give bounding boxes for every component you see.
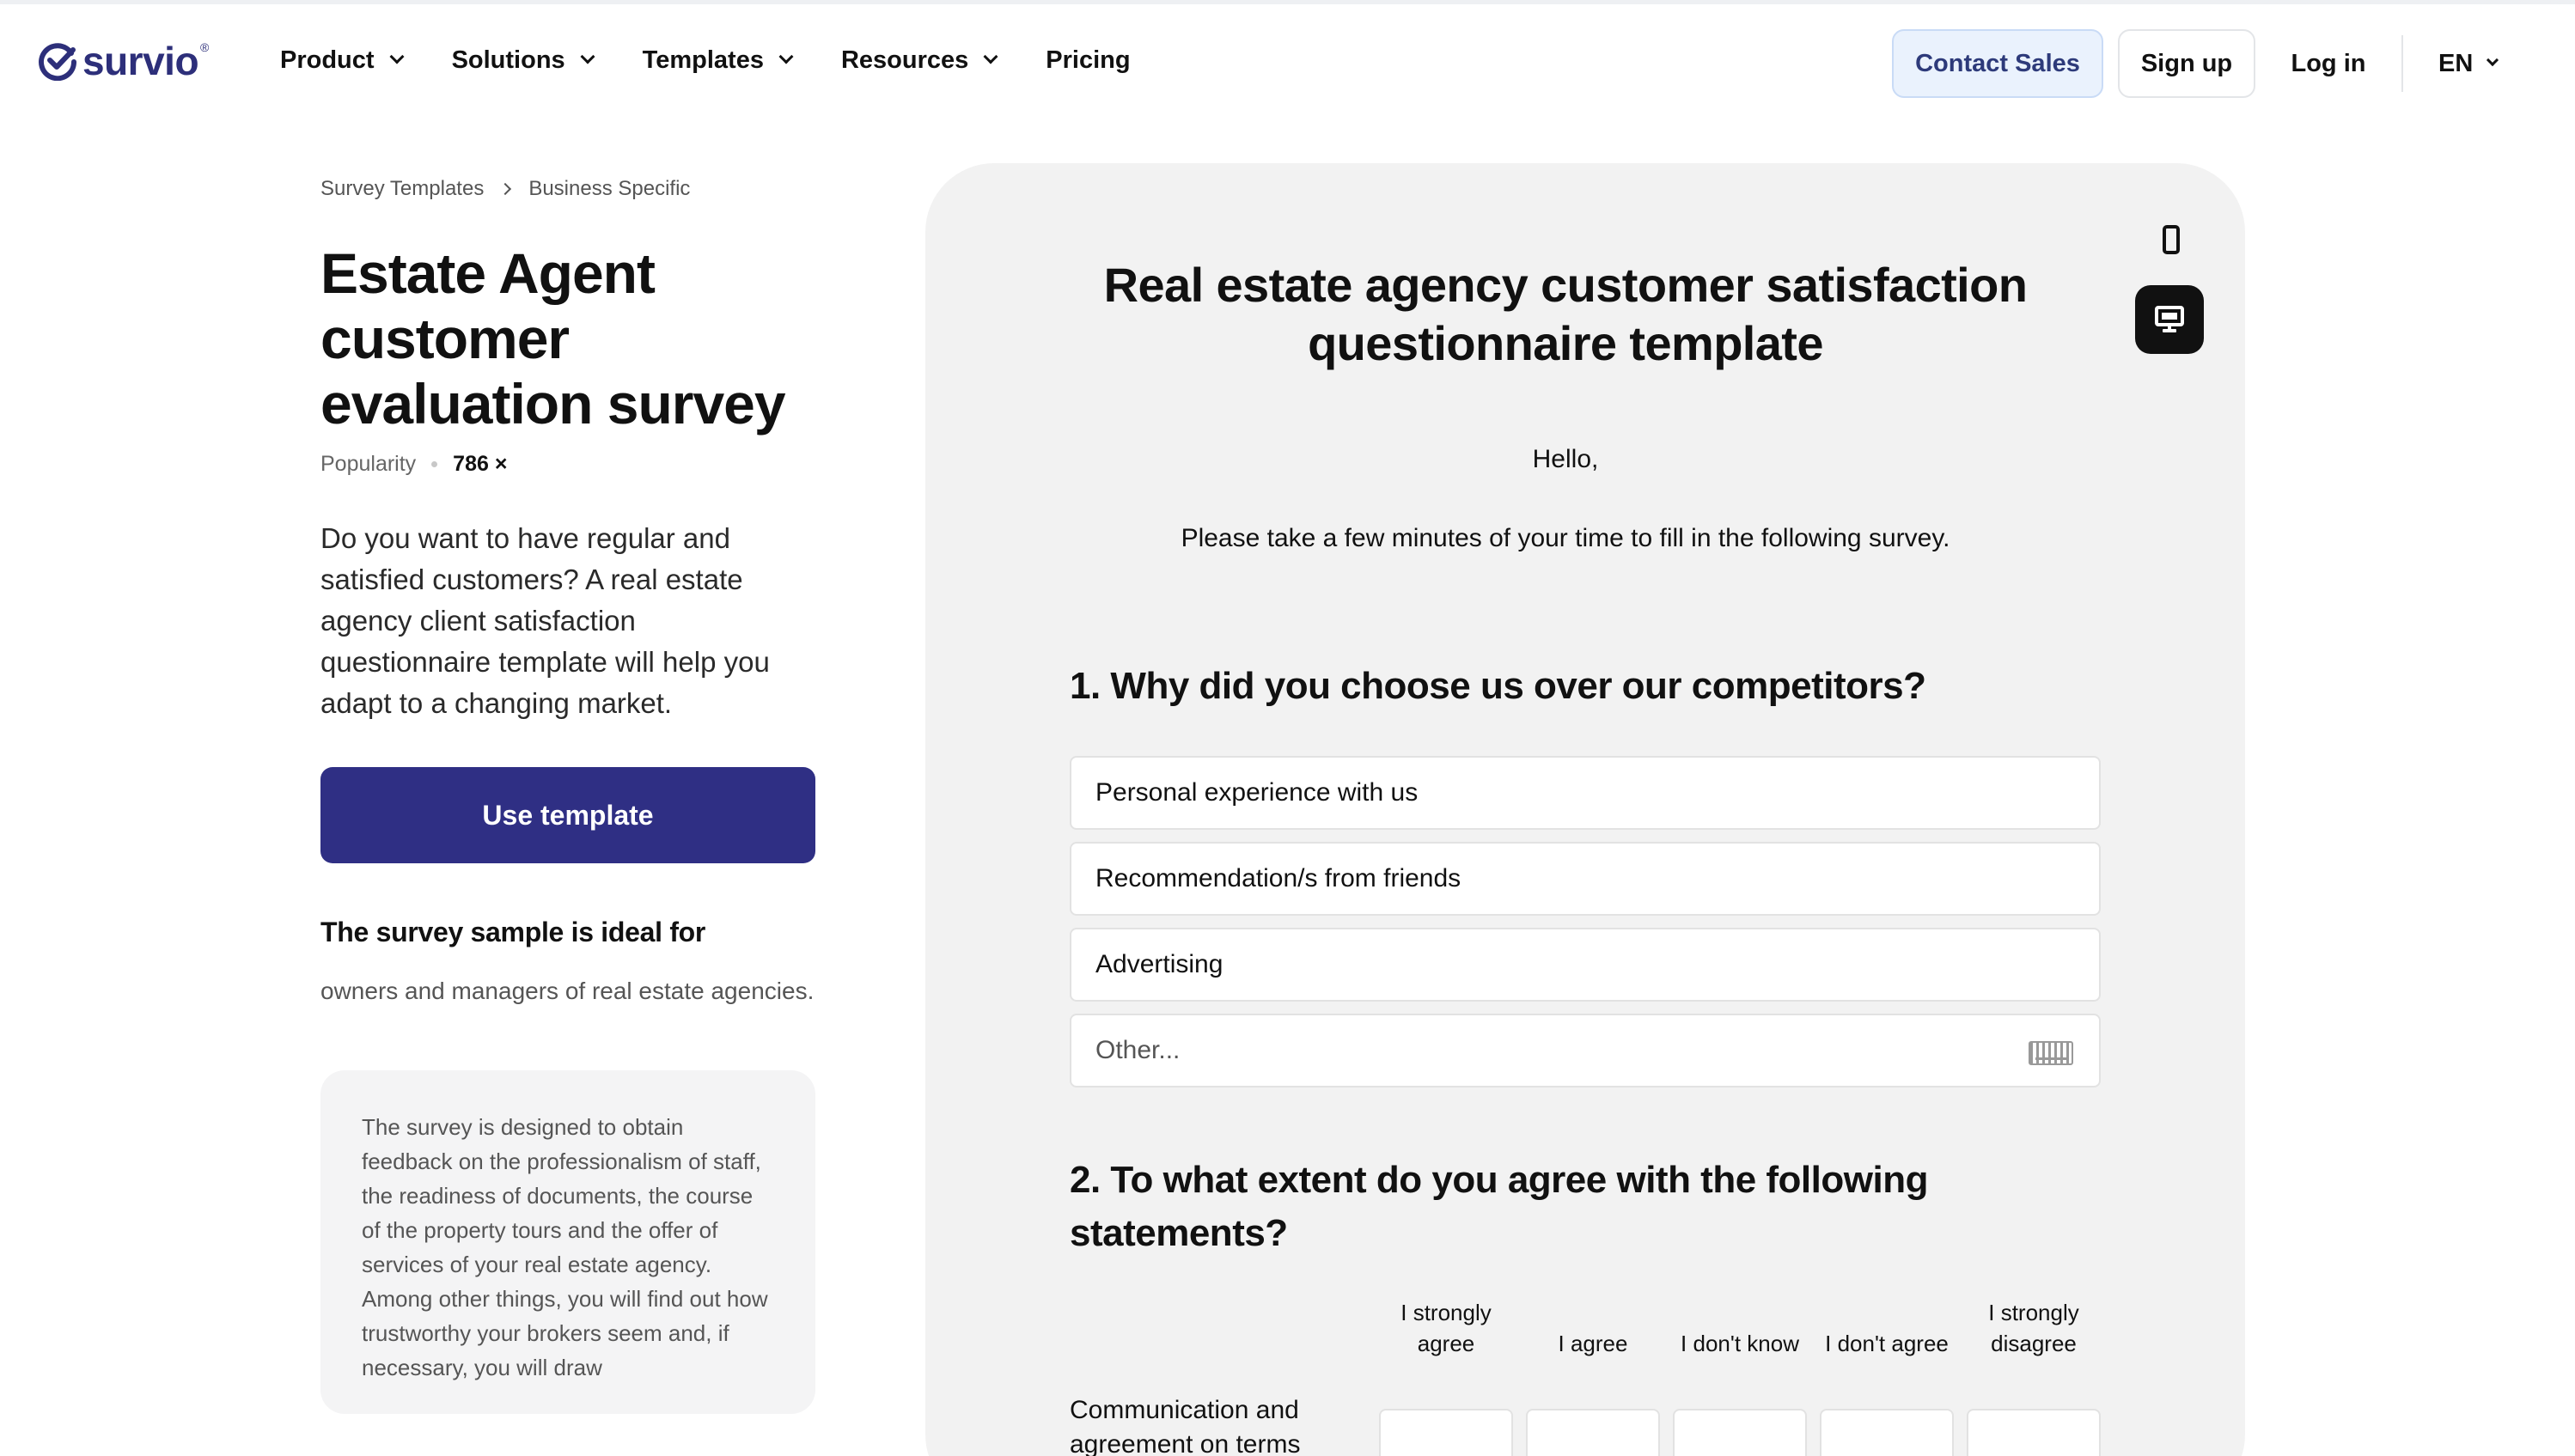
q2-column-strongly-disagree: I strongly disagree xyxy=(1988,1300,2079,1356)
desktop-icon xyxy=(2155,306,2184,332)
header-divider xyxy=(2401,35,2403,92)
logo-registered-mark: ® xyxy=(200,40,210,54)
survey-greeting: Hello, xyxy=(1532,445,1599,473)
q2-cell-dont-agree[interactable] xyxy=(1820,1409,1954,1456)
mobile-view-button[interactable] xyxy=(2156,220,2187,259)
nav-product[interactable]: Product xyxy=(280,46,405,75)
page-title: Estate Agent customer evaluation survey xyxy=(320,241,786,436)
popularity: Popularity 786 × xyxy=(320,448,819,479)
language-selector[interactable]: EN xyxy=(2438,42,2499,85)
q2-column-dont-agree: I don't agree xyxy=(1825,1331,1949,1356)
nav-templates-label: Templates xyxy=(642,46,764,74)
language-label: EN xyxy=(2438,49,2474,77)
contact-sales-button[interactable]: Contact Sales xyxy=(1892,29,2103,98)
nav-pricing[interactable]: Pricing xyxy=(1046,46,1130,75)
description-box: The survey is designed to obtain feedbac… xyxy=(320,1070,815,1414)
separator-dot xyxy=(431,460,438,467)
chevron-down-icon xyxy=(983,49,998,64)
q1-other-input[interactable]: Other... xyxy=(1070,1014,2101,1087)
keyboard-icon xyxy=(2029,1041,2073,1065)
breadcrumb-survey-templates[interactable]: Survey Templates xyxy=(320,177,484,201)
nav-pricing-label: Pricing xyxy=(1046,46,1131,74)
sign-up-button[interactable]: Sign up xyxy=(2118,29,2255,98)
survey-preview: Real estate agency customer satisfaction… xyxy=(925,163,2245,1456)
q2-column-strongly-agree: I strongly agree xyxy=(1400,1300,1492,1356)
survey-title: Real estate agency customer satisfaction… xyxy=(1103,258,2028,370)
chevron-down-icon xyxy=(389,49,405,64)
nav-product-label: Product xyxy=(280,46,375,74)
chevron-down-icon xyxy=(778,49,794,64)
description-text: The survey is designed to obtain feedbac… xyxy=(362,1114,768,1380)
q1-other-placeholder: Other... xyxy=(1095,1036,1181,1064)
log-in-button[interactable]: Log in xyxy=(2277,29,2380,98)
desktop-view-button[interactable] xyxy=(2135,285,2204,354)
template-info: Survey Templates Business Specific Estat… xyxy=(320,172,819,1414)
q2-column-dont-know: I don't know xyxy=(1681,1331,1799,1356)
breadcrumb-business-specific[interactable]: Business Specific xyxy=(528,177,690,201)
breadcrumb: Survey Templates Business Specific xyxy=(320,172,819,206)
q1-option-advertising[interactable]: Advertising xyxy=(1070,928,2101,1002)
nav-resources-label: Resources xyxy=(840,46,969,74)
q2-cell-strongly-disagree[interactable] xyxy=(1967,1409,2101,1456)
q2-column-agree: I agree xyxy=(1558,1331,1628,1356)
chevron-right-icon xyxy=(499,182,512,196)
ideal-for-heading: The survey sample is ideal for xyxy=(320,917,706,947)
site-header: survio ® Product Solutions Templates Res… xyxy=(0,4,2575,112)
nav-resources[interactable]: Resources xyxy=(840,46,998,75)
q1-option-personal-experience[interactable]: Personal experience with us xyxy=(1070,756,2101,830)
template-intro: Do you want to have regular and satisfie… xyxy=(320,522,770,719)
nav-templates[interactable]: Templates xyxy=(642,46,794,75)
chevron-down-icon xyxy=(2487,53,2499,67)
use-template-button[interactable]: Use template xyxy=(320,767,815,863)
question-2-title: 2. To what extent do you agree with the … xyxy=(1070,1159,1928,1254)
nav-solutions-label: Solutions xyxy=(451,46,565,74)
q2-cell-agree[interactable] xyxy=(1526,1409,1660,1456)
question-1-title: 1. Why did you choose us over our compet… xyxy=(1070,665,1926,707)
q1-option-recommendation[interactable]: Recommendation/s from friends xyxy=(1070,842,2101,916)
logo-text: survio xyxy=(82,39,199,83)
logo-check-icon xyxy=(39,43,77,81)
survio-logo[interactable]: survio ® xyxy=(38,37,209,85)
q2-cell-strongly-agree[interactable] xyxy=(1379,1409,1513,1456)
ideal-for-text: owners and managers of real estate agenc… xyxy=(320,978,815,1004)
q2-row-label: Communication and agreement on terms xyxy=(1070,1396,1301,1456)
popularity-label: Popularity xyxy=(320,451,417,476)
chevron-down-icon xyxy=(580,49,595,64)
q2-cell-dont-know[interactable] xyxy=(1673,1409,1807,1456)
nav-solutions[interactable]: Solutions xyxy=(451,46,595,75)
survey-intro: Please take a few minutes of your time t… xyxy=(1181,524,1950,552)
popularity-value: 786 × xyxy=(453,451,508,476)
main-nav: Product Solutions Templates Resources Pr… xyxy=(280,39,1181,82)
mobile-icon xyxy=(2163,225,2180,254)
